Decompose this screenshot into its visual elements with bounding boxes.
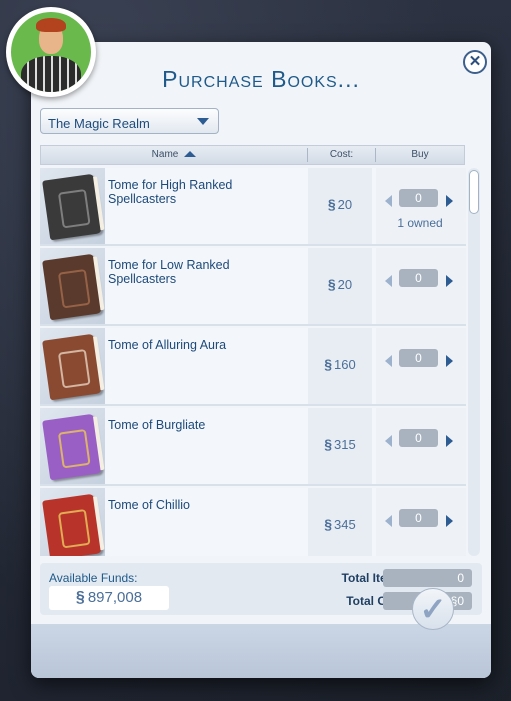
quantity-field[interactable]: 0 (399, 189, 438, 207)
item-name: Tome of Chillio (108, 498, 190, 512)
decrease-quantity-button[interactable] (385, 515, 392, 527)
quantity-field[interactable]: 0 (399, 349, 438, 367)
header-buy: Buy (376, 146, 464, 164)
header-cost-label: Cost: (329, 149, 354, 160)
quantity-field[interactable]: 0 (399, 269, 438, 287)
owned-count: 1 owned (397, 216, 443, 230)
book-icon (42, 413, 102, 481)
book-emblem-icon (57, 188, 91, 229)
increase-quantity-button[interactable] (446, 195, 453, 207)
simoleon-icon: § (324, 436, 333, 452)
table-header: Name Cost: Buy (40, 145, 465, 165)
book-list[interactable]: Tome for High Ranked Spellcasters § 20 0 … (40, 168, 466, 556)
book-icon (42, 333, 102, 401)
item-price: § 160 (324, 356, 356, 372)
book-emblem-icon (57, 268, 91, 309)
list-item[interactable]: Tome for Low Ranked Spellcasters § 20 0 (40, 248, 466, 326)
scrollbar-thumb[interactable] (469, 170, 479, 214)
list-item[interactable]: Tome for High Ranked Spellcasters § 20 0 … (40, 168, 466, 246)
decrease-quantity-button[interactable] (385, 355, 392, 367)
item-price: § 20 (327, 196, 353, 212)
item-price: § 315 (324, 436, 356, 452)
item-price: § 345 (324, 516, 356, 532)
increase-quantity-button[interactable] (446, 355, 453, 367)
close-icon: ✕ (468, 53, 482, 70)
avatar-portrait (11, 12, 91, 92)
header-cost[interactable]: Cost: (308, 146, 375, 164)
item-name: Tome of Alluring Aura (108, 338, 227, 352)
increase-quantity-button[interactable] (446, 435, 453, 447)
chevron-down-icon (197, 118, 209, 125)
scrollbar[interactable] (468, 168, 480, 556)
book-icon (42, 493, 102, 556)
dialog-title: Purchase Books... (162, 66, 360, 92)
list-item[interactable]: Tome of Burgliate § 315 0 (40, 408, 466, 486)
simoleon-icon: § (327, 276, 336, 292)
decrease-quantity-button[interactable] (385, 195, 392, 207)
decrease-quantity-button[interactable] (385, 275, 392, 287)
simoleon-icon: § (324, 356, 333, 372)
simoleon-icon: § (324, 516, 333, 532)
list-item[interactable]: Tome of Chillio § 345 0 (40, 488, 466, 556)
checkmark-icon: ✓ (419, 591, 447, 627)
book-icon (42, 253, 102, 321)
simoleon-icon: § (327, 196, 336, 212)
book-emblem-icon (57, 348, 91, 389)
available-funds-value: § 897,008 (49, 586, 169, 610)
increase-quantity-button[interactable] (446, 515, 453, 527)
simoleon-icon: § (75, 589, 85, 606)
increase-quantity-button[interactable] (446, 275, 453, 287)
category-dropdown[interactable]: The Magic Realm (40, 108, 219, 134)
decrease-quantity-button[interactable] (385, 435, 392, 447)
available-funds-label: Available Funds: (49, 571, 138, 585)
header-name-label: Name (151, 149, 179, 160)
total-items-value: 0 (383, 569, 472, 587)
quantity-field[interactable]: 0 (399, 429, 438, 447)
book-emblem-icon (57, 508, 91, 549)
item-name: Tome for Low Ranked Spellcasters (108, 258, 230, 286)
confirm-button[interactable]: ✓ (412, 588, 454, 630)
book-icon (42, 173, 102, 241)
sim-avatar[interactable] (6, 7, 96, 97)
header-buy-label: Buy (411, 149, 429, 160)
category-dropdown-value: The Magic Realm (48, 116, 150, 131)
book-emblem-icon (57, 428, 91, 469)
purchase-dialog: Purchase Books... ✕ The Magic Realm Name… (31, 42, 491, 678)
quantity-field[interactable]: 0 (399, 509, 438, 527)
sort-ascending-icon (184, 151, 197, 157)
item-price: § 20 (327, 276, 353, 292)
dialog-footer-bar (31, 624, 491, 678)
item-name: Tome for High Ranked Spellcasters (108, 178, 233, 206)
header-name[interactable]: Name (41, 146, 307, 164)
list-item[interactable]: Tome of Alluring Aura § 160 0 (40, 328, 466, 406)
close-button[interactable]: ✕ (463, 50, 487, 74)
item-name: Tome of Burgliate (108, 418, 206, 432)
